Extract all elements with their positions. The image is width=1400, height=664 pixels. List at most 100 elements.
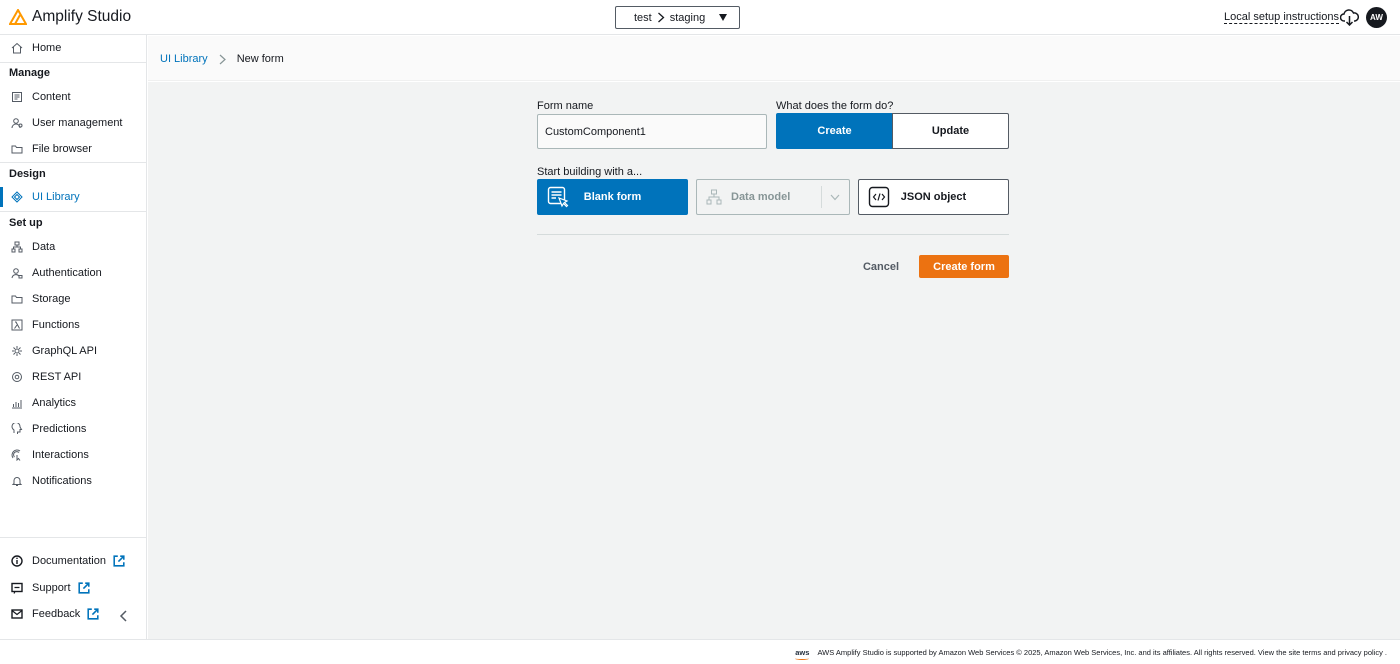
main-content [148,82,1400,639]
update-toggle-button[interactable]: Update [892,113,1009,149]
sidebar-item-label: User management [32,117,123,129]
sidebar-item-label: Authentication [32,267,102,279]
cloud-download-icon[interactable] [1340,9,1359,26]
sidebar-item-label: Analytics [32,397,77,409]
footer-copyright: AWS Amplify Studio is supported by Amazo… [817,648,1387,657]
support-icon [11,582,23,594]
caret-down-icon [719,14,727,21]
bell-icon [11,477,23,486]
sidebar-item-interactions[interactable]: Interactions [0,444,146,466]
form-divider [537,234,1009,235]
amplify-logo-icon [9,9,27,25]
analytics-icon [12,400,22,409]
aws-logo: aws [795,648,810,660]
sidebar-item-functions[interactable]: Functions [0,314,146,336]
sidebar-item-rest-api[interactable]: REST API [0,366,146,388]
sidebar-item-label: REST API [32,371,82,383]
form-name-input[interactable]: CustomComponent1 [537,114,767,149]
section-title-manage: Manage [9,67,50,79]
footer: aws AWS Amplify Studio is supported by A… [0,639,1400,664]
start-building-label: Start building with a... [537,166,643,178]
sidebar-item-label: GraphQL API [32,345,98,357]
sidebar-item-predictions[interactable]: Predictions [0,418,146,440]
external-link-icon [77,582,90,594]
sidebar-item-support[interactable]: Support [0,577,146,599]
data-model-label: Data model [731,191,791,203]
sidebar-item-label: Home [32,42,62,54]
sidebar-item-content[interactable]: Content [0,86,146,108]
sidebar-item-label: Support [32,582,71,594]
form-purpose-label: What does the form do? [776,100,894,112]
breadcrumb-bar: UI Library New form [148,36,1400,81]
storage-folder-icon [11,295,23,304]
auth-icon [11,268,23,279]
chevron-right-icon [657,12,665,23]
sidebar-item-user-management[interactable]: User management [0,112,146,134]
chevron-down-icon [830,194,840,201]
sidebar-item-home[interactable]: Home [0,37,146,59]
sidebar-item-label: Interactions [32,449,89,461]
user-avatar[interactable]: AW [1366,7,1387,28]
sidebar-item-label: Functions [32,319,80,331]
blank-form-option[interactable]: Blank form [537,179,688,215]
sidebar-item-label: File browser [32,143,92,155]
app-logo[interactable]: Amplify Studio [9,8,131,26]
sidebar-item-graphql-api[interactable]: GraphQL API [0,340,146,362]
sidebar-item-file-browser[interactable]: File browser [0,138,146,160]
sidebar-item-label: Documentation [32,555,106,567]
predictions-icon [11,423,23,434]
sidebar-item-notifications[interactable]: Notifications [0,470,146,492]
data-model-icon [706,189,722,205]
info-icon [11,555,23,567]
home-icon [11,42,23,54]
sidebar-item-storage[interactable]: Storage [0,288,146,310]
graphql-icon [12,346,22,356]
sidebar-item-ui-library[interactable]: UI Library [0,186,146,208]
sidebar-item-label: Predictions [32,423,87,435]
form-name-label: Form name [537,100,594,112]
divider [0,62,146,63]
collapse-sidebar-icon[interactable] [119,610,128,622]
sidebar-item-documentation[interactable]: Documentation [0,550,146,572]
local-setup-link[interactable]: Local setup instructions [1224,11,1339,24]
sidebar-item-label: Data [32,241,56,253]
sidebar-item-label: Content [32,91,71,103]
json-object-option[interactable]: JSON object [858,179,1009,215]
divider [0,537,146,538]
env-branch-name: staging [669,11,706,24]
ui-library-icon [11,191,23,203]
create-form-button[interactable]: Create form [919,255,1009,278]
breadcrumb: UI Library New form [160,53,284,65]
sidebar-item-label: UI Library [32,191,80,203]
api-gear-icon [12,372,22,382]
content-icon [12,92,22,102]
mail-icon [11,609,23,619]
divider [0,211,146,212]
environment-select[interactable]: test staging [615,6,740,29]
users-icon [11,118,23,129]
data-model-icon [11,241,23,253]
chevron-right-icon [219,54,226,64]
folder-icon [11,145,23,154]
blank-form-label: Blank form [583,191,642,203]
breadcrumb-link-ui-library[interactable]: UI Library [160,53,208,65]
section-title-design: Design [9,168,46,180]
env-app-name: test [634,11,652,24]
sidebar-item-label: Feedback [32,608,81,620]
sidebar-item-analytics[interactable]: Analytics [0,392,146,414]
create-toggle-button[interactable]: Create [776,113,893,149]
top-bar: Amplify Studio test staging Local setup … [0,0,1400,35]
sidebar-item-label: Notifications [32,475,92,487]
lambda-icon [11,319,23,331]
external-link-icon [87,608,99,620]
sidebar-item-data[interactable]: Data [0,236,146,258]
data-model-select[interactable]: Data model [696,179,850,215]
divider [0,162,146,163]
app-title: Amplify Studio [32,8,132,25]
interactions-icon [11,449,21,461]
dropdown-divider [821,186,822,208]
sidebar-item-label: Storage [32,293,71,305]
sidebar-item-authentication[interactable]: Authentication [0,262,146,284]
external-link-icon [113,555,125,567]
cancel-button[interactable]: Cancel [856,255,906,278]
